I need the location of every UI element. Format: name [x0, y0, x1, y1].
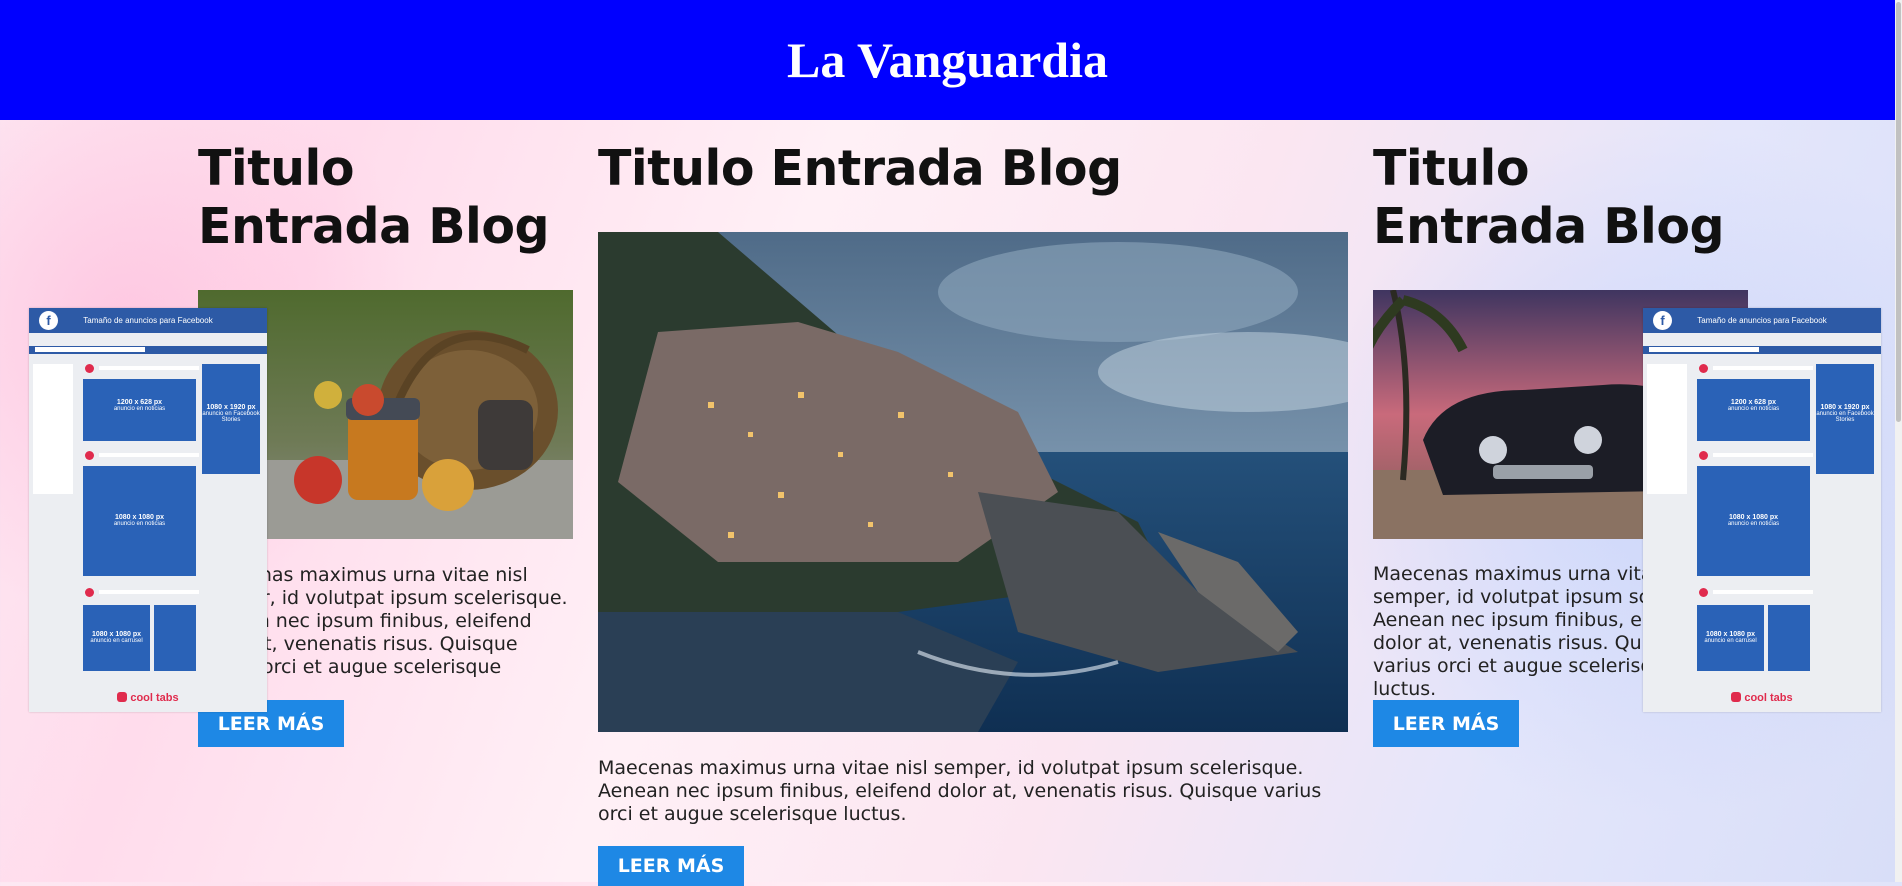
site-title: La Vanguardia — [787, 32, 1108, 88]
read-more-button[interactable]: LEER MÁS — [1373, 700, 1519, 747]
ad-block-carousel: 1080 x 1080 px anuncio en carrusel — [1697, 605, 1764, 671]
ad-nav-bar — [29, 346, 267, 354]
read-more-button[interactable]: LEER MÁS — [598, 846, 744, 886]
ad-header-text: Tamaño de anuncios para Facebook — [83, 316, 213, 325]
ad-header: f Tamaño de anuncios para Facebook — [1643, 308, 1881, 333]
ad-block-news: 1200 x 628 px anuncio en noticias — [83, 379, 196, 441]
facebook-icon: f — [39, 311, 58, 330]
ad-left-column — [1647, 364, 1687, 494]
ad-block-square: 1080 x 1080 px anuncio en noticias — [1697, 466, 1810, 576]
ad-block-square: 1080 x 1080 px anuncio en noticias — [83, 466, 196, 576]
ad-block-stories: 1080 x 1920 px anuncio en Facebook Storie… — [1816, 364, 1874, 474]
ad-brand: cool tabs — [29, 692, 267, 704]
post-title: Titulo Entrada Blog — [198, 140, 550, 255]
scrollbar-thumb[interactable] — [1896, 2, 1901, 422]
site-header: La Vanguardia — [0, 0, 1895, 120]
ad-header: f Tamaño de anuncios para Facebook — [29, 308, 267, 333]
page-scrollbar[interactable] — [1895, 0, 1902, 882]
ad-left-column — [33, 364, 73, 494]
blog-post-1: Titulo Entrada Blog — [198, 140, 578, 256]
facebook-icon: f — [1653, 311, 1672, 330]
blog-post-2: Titulo Entrada Blog — [598, 140, 1348, 198]
ad-block-stories: 1080 x 1920 px anuncio en Facebook Storie… — [202, 364, 260, 474]
post-image-coastal-village — [598, 232, 1348, 732]
post-title: Titulo Entrada Blog — [1373, 140, 1725, 255]
ad-banner-right[interactable]: f Tamaño de anuncios para Facebook 1200 … — [1643, 308, 1881, 712]
ad-header-text: Tamaño de anuncios para Facebook — [1697, 316, 1827, 325]
post-title: Titulo Entrada Blog — [598, 140, 1122, 197]
ad-block-carousel: 1080 x 1080 px anuncio en carrusel — [83, 605, 150, 671]
ad-brand: cool tabs — [1643, 692, 1881, 704]
post-excerpt: Maecenas maximus urna vitae nisl semper,… — [598, 757, 1322, 825]
ad-nav-bar — [1643, 346, 1881, 354]
ad-banner-left[interactable]: f Tamaño de anuncios para Facebook 1200 … — [29, 308, 267, 712]
blog-post-3: Titulo Entrada Blog — [1373, 140, 1753, 256]
ad-block-news: 1200 x 628 px anuncio en noticias — [1697, 379, 1810, 441]
